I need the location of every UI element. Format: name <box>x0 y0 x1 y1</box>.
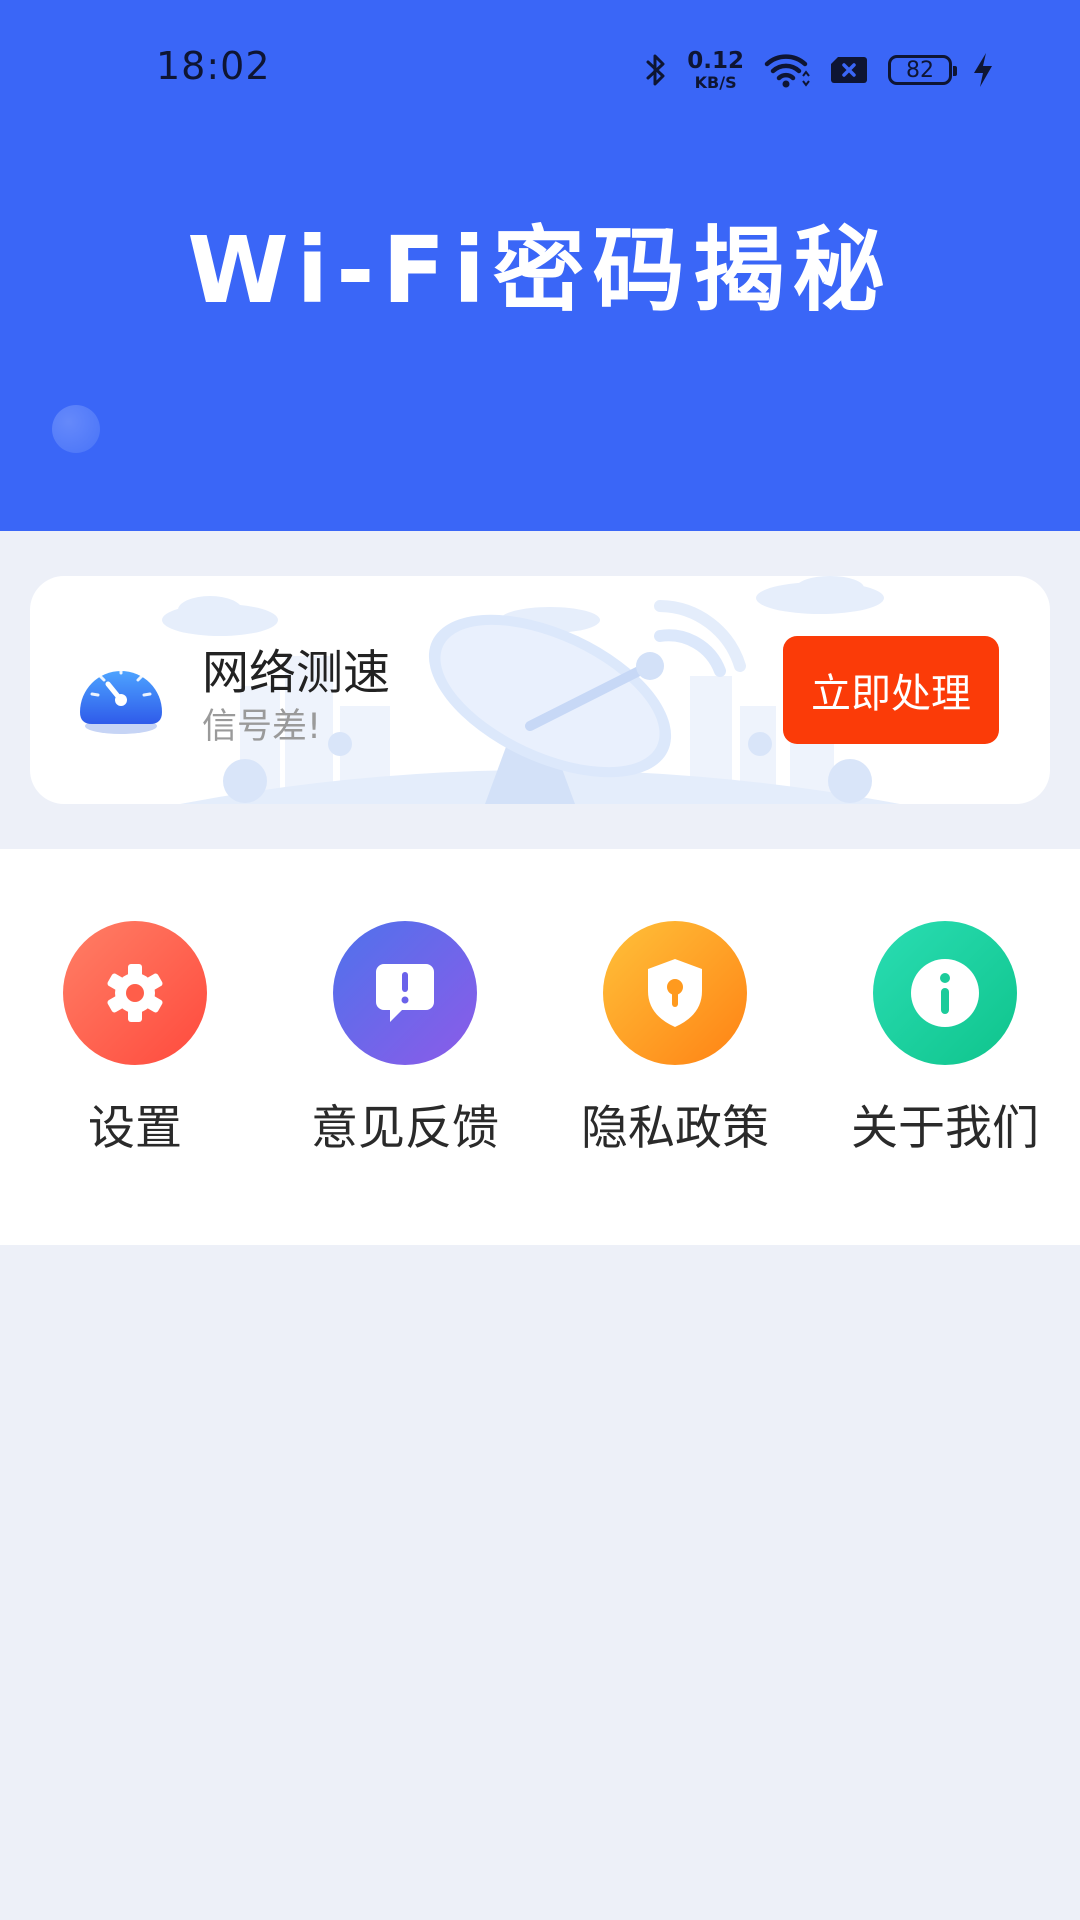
menu-label-about: 关于我们 <box>851 1101 1039 1156</box>
process-now-button[interactable]: 立即处理 <box>783 636 999 744</box>
settings-icon-badge <box>63 921 207 1065</box>
wifi-icon <box>764 54 810 88</box>
net-speed-unit: KB/S <box>694 72 737 92</box>
privacy-icon-badge <box>603 921 747 1065</box>
menu-item-about[interactable]: 关于我们 <box>835 921 1055 1171</box>
signal-status: 信号差! <box>202 707 322 747</box>
bluetooth-icon <box>646 54 665 86</box>
status-icons: 0.12 KB/S 82 <box>645 48 994 92</box>
menu-item-feedback[interactable]: 意见反馈 <box>295 921 515 1171</box>
menu-label-settings: 设置 <box>88 1101 182 1156</box>
menu-label-feedback: 意见反馈 <box>311 1101 499 1156</box>
card-title: 网络测速 <box>202 646 390 701</box>
speed-test-card[interactable]: 网络测速 信号差! 立即处理 <box>30 576 1050 804</box>
menu-item-settings[interactable]: 设置 <box>25 921 245 1171</box>
feedback-icon <box>376 964 434 1022</box>
shield-lock-icon <box>648 959 702 1027</box>
decorative-bubble <box>52 405 100 453</box>
menu-panel: 设置 意见反馈 隐私政策 关于我们 <box>0 849 1080 1245</box>
status-bar: 18:02 0.12 KB/S 82 <box>0 0 1080 136</box>
status-time: 18:02 <box>156 44 271 88</box>
battery-icon: 82 <box>888 55 957 85</box>
sim-missing-icon <box>831 57 867 83</box>
header: 18:02 0.12 KB/S 82 Wi-Fi密码揭秘 <box>0 0 1080 531</box>
menu-item-privacy[interactable]: 隐私政策 <box>565 921 785 1171</box>
about-icon-badge <box>873 921 1017 1065</box>
gear-icon <box>107 964 163 1022</box>
menu-label-privacy: 隐私政策 <box>581 1101 769 1156</box>
charging-icon <box>974 53 992 87</box>
feedback-icon-badge <box>333 921 477 1065</box>
app-title: Wi-Fi密码揭秘 <box>187 217 893 324</box>
net-speed: 0.12 KB/S <box>687 47 744 92</box>
info-icon <box>911 959 979 1027</box>
net-speed-value: 0.12 <box>687 47 744 74</box>
speedometer-icon <box>80 665 162 734</box>
